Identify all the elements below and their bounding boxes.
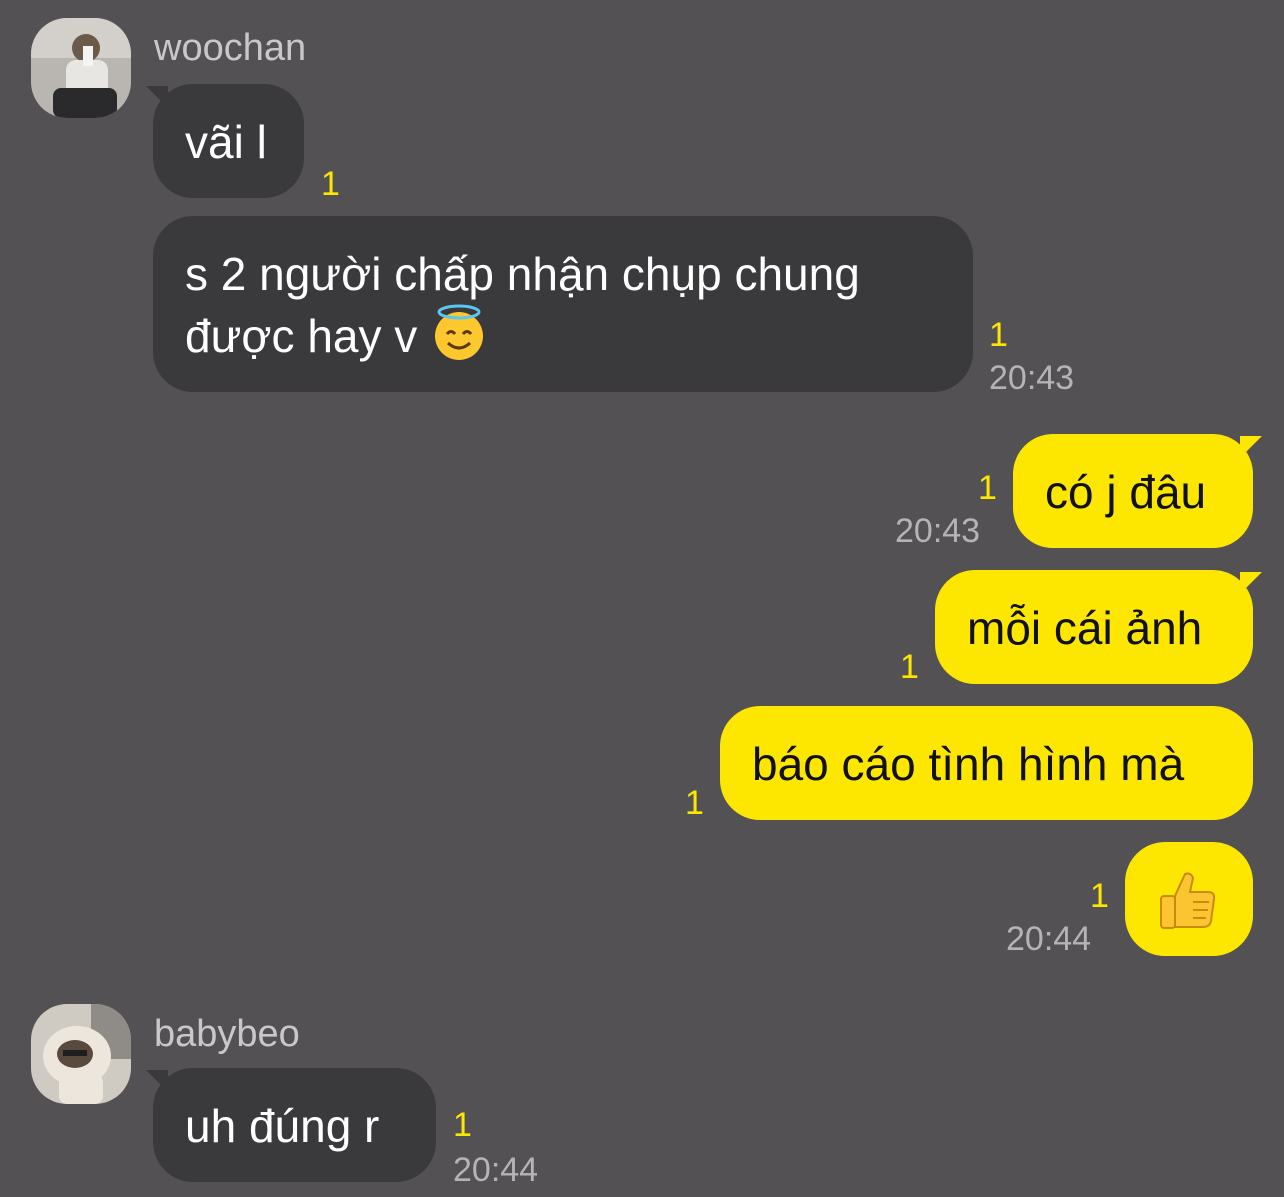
message-text: báo cáo tình hình mà bbox=[752, 738, 1185, 790]
unread-count: 1 bbox=[989, 316, 1008, 354]
message-text: có j đâu bbox=[1045, 466, 1207, 518]
woochan-photo bbox=[31, 18, 131, 118]
outgoing-message[interactable] bbox=[1125, 842, 1253, 956]
outgoing-message[interactable]: có j đâu bbox=[1013, 434, 1253, 548]
smiling-face-with-halo-icon bbox=[430, 304, 488, 376]
babybeo-photo bbox=[31, 1004, 131, 1104]
message-text-line1: s 2 người chấp nhận chụp chung bbox=[185, 248, 860, 300]
message-text-line2: được hay v bbox=[185, 310, 418, 362]
incoming-message[interactable]: vãi l bbox=[153, 84, 304, 198]
message-text: mỗi cái ảnh bbox=[967, 602, 1203, 654]
message-text: vãi l bbox=[185, 116, 267, 168]
sender-name: woochan bbox=[154, 27, 307, 69]
message-timestamp: 20:44 bbox=[1006, 920, 1092, 958]
unread-count: 1 bbox=[321, 165, 340, 203]
outgoing-message[interactable]: báo cáo tình hình mà bbox=[720, 706, 1253, 820]
message-timestamp: 20:44 bbox=[453, 1151, 539, 1189]
message-text: uh đúng r bbox=[185, 1100, 380, 1152]
incoming-message[interactable]: uh đúng r bbox=[153, 1068, 436, 1182]
unread-count: 1 bbox=[453, 1106, 472, 1144]
sender-name: babybeo bbox=[154, 1013, 300, 1055]
thumbs-up-icon bbox=[1155, 866, 1221, 946]
unread-count: 1 bbox=[685, 784, 704, 822]
message-timestamp: 20:43 bbox=[895, 512, 981, 550]
unread-count: 1 bbox=[978, 469, 997, 507]
unread-count: 1 bbox=[900, 648, 919, 686]
message-timestamp: 20:43 bbox=[989, 359, 1075, 397]
unread-count: 1 bbox=[1090, 877, 1109, 915]
outgoing-message[interactable]: mỗi cái ảnh bbox=[935, 570, 1253, 684]
incoming-message[interactable]: s 2 người chấp nhận chụp chung được hay … bbox=[153, 216, 973, 392]
avatar-babybeo[interactable] bbox=[31, 1004, 131, 1104]
avatar-woochan[interactable] bbox=[31, 18, 131, 118]
